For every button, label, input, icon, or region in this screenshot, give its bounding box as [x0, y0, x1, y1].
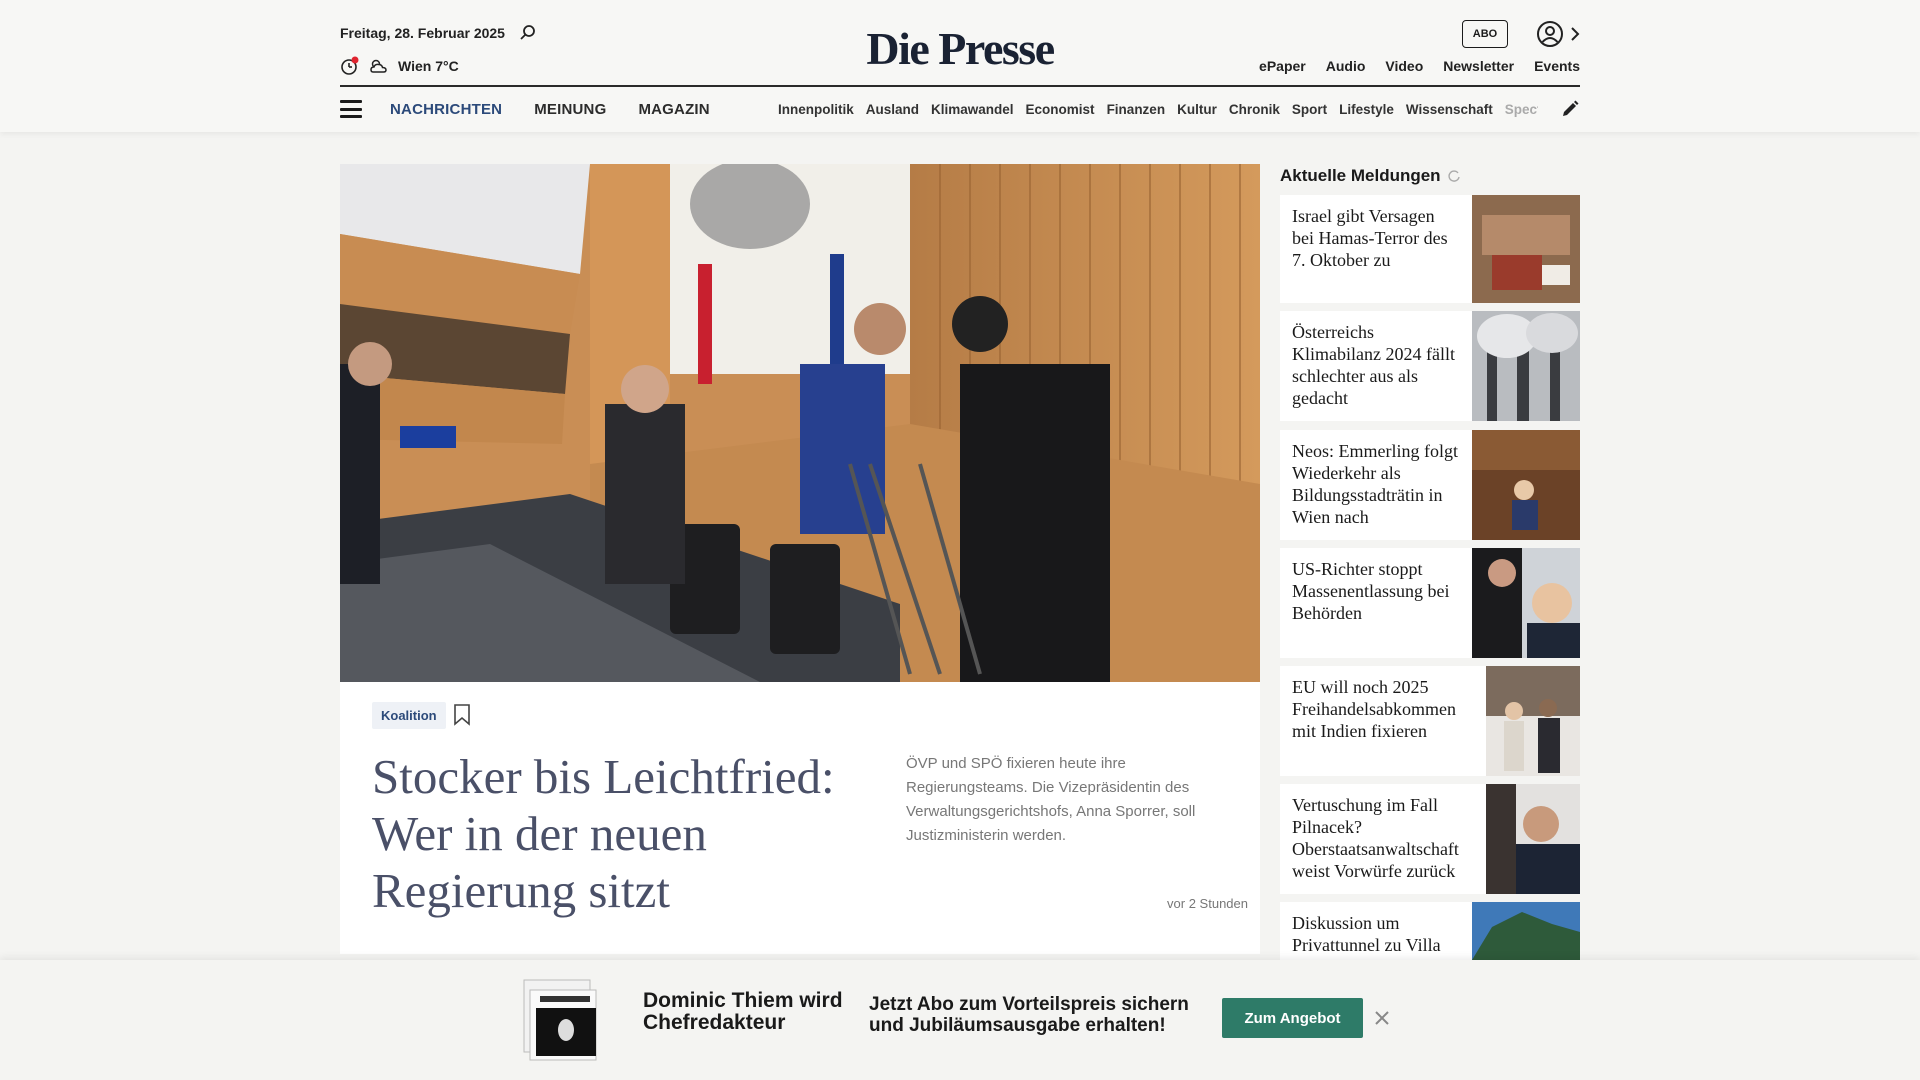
news-title: Neos: Emmerling folgt Wiederkehr als Bil… [1292, 441, 1458, 527]
news-item[interactable]: Vertuschung im Fall Pilnacek? Oberstaats… [1280, 784, 1580, 894]
subscription-promo-banner: Dominic Thiem wird Chefredakteur Jetzt A… [0, 960, 1920, 1080]
news-item[interactable]: Israel gibt Versagen bei Hamas-Terror de… [1280, 195, 1580, 303]
date-row: Freitag, 28. Februar 2025 [340, 24, 537, 42]
news-thumbnail [1486, 784, 1580, 894]
news-item[interactable]: EU will noch 2025 Freihandelsabkommen mi… [1280, 666, 1580, 776]
bookmark-icon[interactable] [453, 704, 471, 726]
notification-clock-icon[interactable] [340, 56, 360, 76]
news-thumbnail [1472, 195, 1580, 303]
site-header: Freitag, 28. Februar 2025 Wien 7°C Die P… [0, 0, 1920, 132]
edit-pencil-icon[interactable] [1560, 99, 1580, 119]
nav-sub-sport[interactable]: Sport [1292, 102, 1327, 117]
sidebar-title-text: Aktuelle Meldungen [1280, 166, 1441, 185]
article-teaser: ÖVP und SPÖ fixieren heute ihre Regierun… [906, 755, 1196, 844]
nav-sub-innenpolitik[interactable]: Innenpolitik [778, 102, 854, 117]
refresh-icon[interactable] [1447, 169, 1461, 183]
nav-sub-ausland[interactable]: Ausland [866, 102, 919, 117]
news-title: Diskussion um Privattunnel zu Villa [1292, 913, 1441, 955]
nav-subsections: Innenpolitik Ausland Klimawandel Economi… [778, 86, 1538, 132]
nav-sub-kultur[interactable]: Kultur [1177, 102, 1217, 117]
search-icon[interactable] [519, 24, 537, 42]
nav-sub-lifestyle[interactable]: Lifestyle [1339, 102, 1394, 117]
offer-button[interactable]: Zum Angebot [1222, 998, 1363, 1038]
news-title: US-Richter stoppt Massenentlassung bei B… [1292, 559, 1450, 623]
abo-button[interactable]: ABO [1462, 20, 1508, 48]
promo-title: Dominic Thiem wird Chefredakteur [643, 990, 863, 1034]
news-title: Israel gibt Versagen bei Hamas-Terror de… [1292, 206, 1448, 270]
link-events[interactable]: Events [1534, 58, 1580, 74]
current-date: Freitag, 28. Februar 2025 [340, 25, 505, 41]
news-thumbnail [1472, 902, 1580, 960]
weather-row: Wien 7°C [340, 56, 459, 76]
news-item[interactable]: Österreichs Klimabilanz 2024 fällt schle… [1280, 311, 1580, 421]
news-thumbnail [1486, 666, 1580, 776]
hamburger-menu-icon[interactable] [340, 100, 362, 118]
news-item[interactable]: Diskussion um Privattunnel zu Villa [1280, 902, 1580, 960]
nav-sub-chronik[interactable]: Chronik [1229, 102, 1280, 117]
article-tag[interactable]: Koalition [372, 702, 446, 729]
chevron-right-icon[interactable] [1570, 26, 1580, 42]
promo-text: Jetzt Abo zum Vorteilspreis sichern und … [869, 994, 1209, 1036]
nav-item-meinung[interactable]: MEINUNG [534, 101, 606, 118]
nav-sub-spectrum[interactable]: Spectr [1505, 102, 1538, 117]
news-title: Österreichs Klimabilanz 2024 fällt schle… [1292, 322, 1455, 408]
nav-sub-economist[interactable]: Economist [1026, 102, 1095, 117]
site-logo[interactable]: Die Presse [858, 22, 1062, 75]
news-thumbnail [1472, 311, 1580, 421]
link-epaper[interactable]: ePaper [1259, 58, 1306, 74]
weather-label: Wien 7°C [398, 58, 459, 74]
sidebar-title: Aktuelle Meldungen [1280, 164, 1580, 188]
article-timestamp: vor 2 Stunden [1167, 896, 1248, 911]
newspaper-stack-image [523, 979, 597, 1061]
hero-article[interactable]: Koalition Stocker bis Leichtfried: Wer i… [340, 164, 1260, 954]
latest-news-sidebar: Aktuelle Meldungen Israel gibt Versagen … [1280, 164, 1580, 960]
nav-sub-finanzen[interactable]: Finanzen [1107, 102, 1166, 117]
news-item[interactable]: US-Richter stoppt Massenentlassung bei B… [1280, 548, 1580, 658]
link-video[interactable]: Video [1385, 58, 1423, 74]
close-icon[interactable] [1372, 1008, 1392, 1028]
news-title: Vertuschung im Fall Pilnacek? Oberstaats… [1292, 795, 1459, 881]
article-headline[interactable]: Stocker bis Leichtfried: Wer in der neue… [372, 748, 872, 919]
account-menu[interactable] [1520, 18, 1580, 50]
promo-title-text: Dominic Thiem wird Chefredakteur [643, 989, 843, 1034]
nav-sub-klimawandel[interactable]: Klimawandel [931, 102, 1014, 117]
news-thumbnail [1472, 548, 1580, 658]
nav-item-magazin[interactable]: MAGAZIN [638, 101, 709, 118]
nav-item-nachrichten[interactable]: NACHRICHTEN [390, 101, 502, 118]
news-title: EU will noch 2025 Freihandelsabkommen mi… [1292, 677, 1456, 741]
link-newsletter[interactable]: Newsletter [1443, 58, 1514, 74]
header-links: ePaper Audio Video Newsletter Events [1259, 58, 1580, 74]
hero-image[interactable] [340, 164, 1260, 682]
nav-sub-wissenschaft[interactable]: Wissenschaft [1406, 102, 1493, 117]
promo-text-content: Jetzt Abo zum Vorteilspreis sichern und … [869, 994, 1189, 1036]
link-audio[interactable]: Audio [1326, 58, 1366, 74]
main-navigation: NACHRICHTEN MEINUNG MAGAZIN Innenpolitik… [340, 86, 1580, 132]
news-item[interactable]: Neos: Emmerling folgt Wiederkehr als Bil… [1280, 430, 1580, 540]
user-account-icon[interactable] [1536, 20, 1564, 48]
news-thumbnail [1472, 430, 1580, 540]
nav-main-sections: NACHRICHTEN MEINUNG MAGAZIN [390, 101, 710, 118]
weather-cloud-sun-icon [370, 59, 387, 73]
